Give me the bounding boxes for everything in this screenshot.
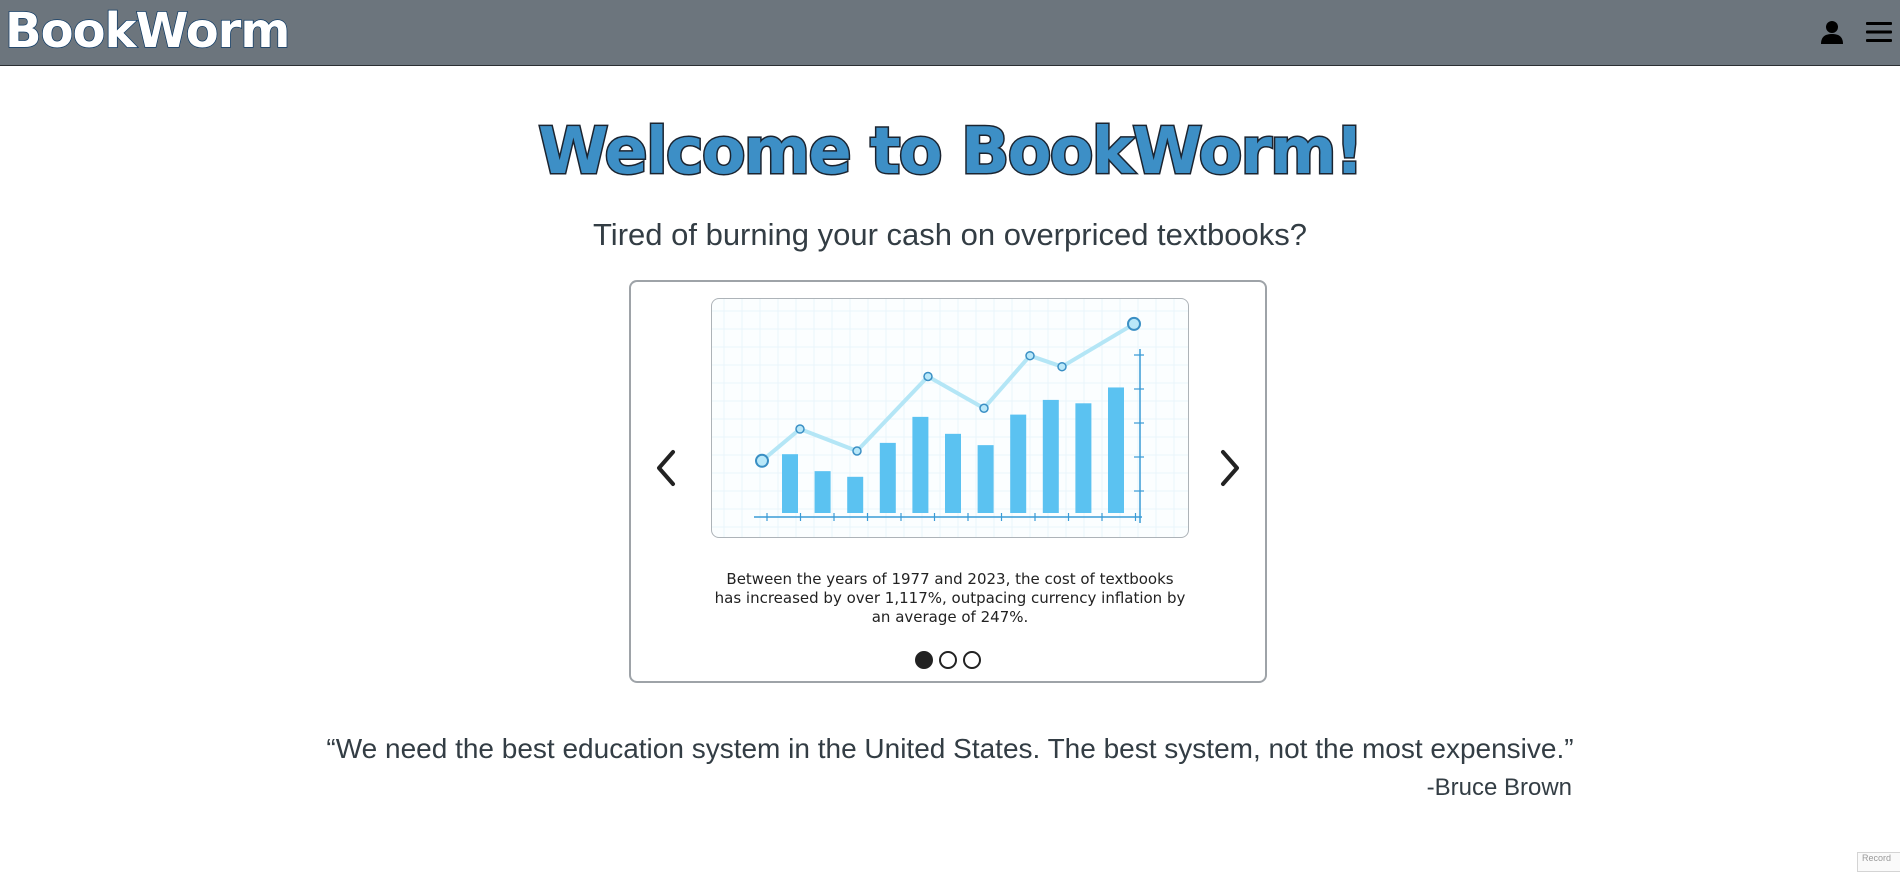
- quote-text: “We need the best education system in th…: [326, 733, 1574, 764]
- illustration-trend-point: [1127, 316, 1141, 331]
- illustration-bar: [1108, 387, 1124, 513]
- carousel: Between the years of 1977 and 2023, the …: [629, 280, 1267, 683]
- illustration-trend-point: [979, 403, 989, 413]
- brand-logo[interactable]: BookWorm: [4, 0, 291, 62]
- illustration-trend-point: [795, 424, 805, 434]
- illustration-bar: [1075, 403, 1092, 513]
- illustration-bar: [814, 471, 831, 513]
- illustration-bar: [977, 445, 994, 513]
- carousel-indicators: [631, 651, 1265, 669]
- slide-illustration: [711, 298, 1189, 538]
- carousel-prev-button[interactable]: [649, 444, 685, 492]
- chevron-left-icon: [657, 450, 675, 486]
- navbar: BookWorm: [0, 0, 1900, 66]
- user-icon[interactable]: [1817, 17, 1847, 47]
- illustration-trend-point: [755, 453, 769, 468]
- illustration-trend-point: [1057, 361, 1067, 372]
- hamburger-menu-icon[interactable]: [1864, 17, 1894, 47]
- illustration-bar: [1042, 399, 1059, 513]
- illustration-trend-point: [923, 371, 933, 382]
- carousel-indicator-1[interactable]: [915, 651, 933, 669]
- illustration-bar: [1010, 414, 1027, 513]
- illustration-bar: [945, 433, 961, 513]
- hero-subtitle: Tired of burning your cash on overpriced…: [593, 217, 1307, 252]
- carousel-indicator-2[interactable]: [939, 651, 957, 669]
- carousel-indicator-3[interactable]: [963, 651, 981, 669]
- slide-caption: Between the years of 1977 and 2023, the …: [714, 570, 1186, 626]
- illustration-bar: [782, 454, 798, 513]
- growth-chart-illustration: [712, 299, 1188, 537]
- illustration-bar: [847, 476, 864, 513]
- corner-widget[interactable]: Record: [1857, 852, 1900, 872]
- illustration-bar: [912, 416, 929, 513]
- illustration-bar: [879, 442, 896, 513]
- illustration-trend-point: [852, 446, 862, 456]
- carousel-next-button[interactable]: [1211, 444, 1247, 492]
- chevron-right-icon: [1221, 450, 1239, 486]
- quote-author: -Bruce Brown: [1426, 774, 1572, 801]
- page-title: Welcome to BookWorm!: [537, 114, 1366, 191]
- illustration-trend-point: [1025, 350, 1035, 361]
